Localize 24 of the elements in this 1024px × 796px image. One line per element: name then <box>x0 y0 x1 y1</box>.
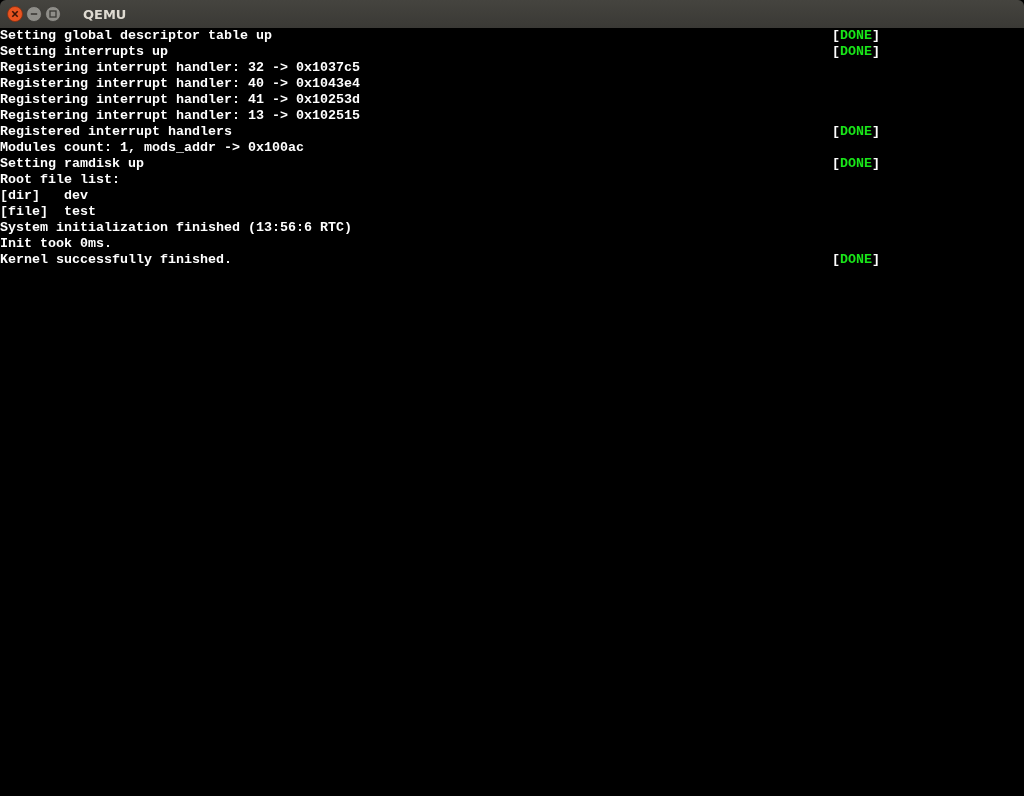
console-line: System initialization finished (13:56:6 RTC) <box>0 220 352 235</box>
console-line: Kernel successfully finished. <box>0 252 232 267</box>
console-line: Root file list: <box>0 172 120 187</box>
maximize-button[interactable] <box>45 6 61 22</box>
console-line: Init took 0ms. <box>0 236 112 251</box>
console-line: Registering interrupt handler: 13 -> 0x102515 <box>0 108 360 123</box>
status-tag: [DONE] <box>832 252 880 268</box>
status-tag: [DONE] <box>832 156 880 172</box>
console-line: Setting interrupts up <box>0 44 168 59</box>
close-button[interactable] <box>7 6 23 22</box>
status-tag: [DONE] <box>832 44 880 60</box>
console-line: Registering interrupt handler: 40 -> 0x1043e4 <box>0 76 360 91</box>
console-line: Setting global descriptor table up <box>0 28 272 43</box>
console-line: Registering interrupt handler: 41 -> 0x10253d <box>0 92 360 107</box>
console-line: [file] test <box>0 204 96 219</box>
status-tag: [DONE] <box>832 124 880 140</box>
status-tag: [DONE] <box>832 28 880 44</box>
console-line: Registering interrupt handler: 32 -> 0x1037c5 <box>0 60 360 75</box>
window-title: QEMU <box>83 6 127 22</box>
console-line: Setting ramdisk up <box>0 156 144 171</box>
console-line: [dir] dev <box>0 188 88 203</box>
minimize-button[interactable] <box>26 6 42 22</box>
console-line: Modules count: 1, mods_addr -> 0x100ac <box>0 140 304 155</box>
console-line: Registered interrupt handlers <box>0 124 232 139</box>
